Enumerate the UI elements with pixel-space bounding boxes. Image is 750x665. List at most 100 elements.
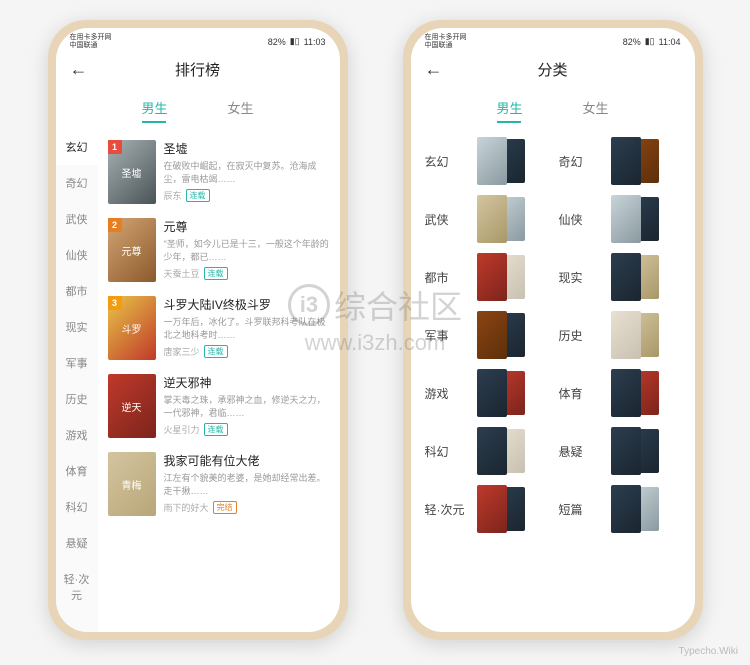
category-item[interactable]: 悬疑: [559, 427, 681, 475]
book-title: 我家可能有位大佬: [164, 452, 330, 469]
sidebar-item[interactable]: 军事: [56, 345, 98, 381]
genre-sidebar: 玄幻 奇幻 武侠 仙侠 都市 现实 军事 历史 游戏 体育 科幻 悬疑 轻·次元: [56, 129, 98, 632]
back-icon[interactable]: ←: [425, 59, 443, 80]
category-item[interactable]: 军事: [425, 311, 547, 359]
status-right: 82% ▮▯ 11:03: [268, 36, 326, 47]
thumbs: [477, 427, 525, 475]
tab-female[interactable]: 女生: [583, 98, 609, 123]
category-item[interactable]: 体育: [559, 369, 681, 417]
ranking-body: 玄幻 奇幻 武侠 仙侠 都市 现实 军事 历史 游戏 体育 科幻 悬疑 轻·次元: [56, 129, 340, 632]
sidebar-item[interactable]: 体育: [56, 453, 98, 489]
category-label: 军事: [425, 327, 469, 344]
book-item[interactable]: 3 斗罗 斗罗大陆IV终极斗罗 一万年后，冰化了。斗罗联邦科考队在极北之地科考时…: [108, 289, 330, 367]
thumbs: [477, 195, 525, 243]
book-author: 雨下的好大: [164, 501, 209, 514]
category-grid: 玄幻 奇幻 武侠 仙侠 都市 现实 军事 历史 游戏 体育 科幻 悬疑 轻·次元…: [411, 129, 695, 541]
category-item[interactable]: 奇幻: [559, 137, 681, 185]
page-title: 分类: [537, 59, 567, 80]
clock: 11:03: [304, 37, 326, 47]
sidebar-item[interactable]: 都市: [56, 273, 98, 309]
header: ← 分类: [411, 51, 695, 88]
rank-badge: 2: [108, 218, 122, 232]
book-desc: 在破败中崛起，在寂灭中复苏。沧海成尘，雷电枯竭……: [164, 160, 330, 185]
category-label: 科幻: [425, 443, 469, 460]
phone-left: 在用卡多开网 中国联通 82% ▮▯ 11:03 ← 排行榜 男生 女生 玄幻: [48, 20, 348, 640]
category-item[interactable]: 短篇: [559, 485, 681, 533]
book-meta: 火星引力 连载: [164, 423, 330, 436]
thumbs: [611, 253, 659, 301]
sidebar-item[interactable]: 历史: [56, 381, 98, 417]
book-cover: 逆天: [108, 374, 156, 438]
category-item[interactable]: 仙侠: [559, 195, 681, 243]
book-item[interactable]: 2 元尊 元尊 "圣师，如今儿已是十三，一般这个年龄的少年，都已…… 天蚕土豆 …: [108, 211, 330, 289]
category-item[interactable]: 武侠: [425, 195, 547, 243]
book-author: 辰东: [164, 189, 182, 202]
screen-left: 在用卡多开网 中国联通 82% ▮▯ 11:03 ← 排行榜 男生 女生 玄幻: [56, 28, 340, 632]
book-info: 我家可能有位大佬 江左有个貌美的老婆，是她却经常出差。走干揪…… 雨下的好大 完…: [164, 452, 330, 516]
sidebar-item[interactable]: 玄幻: [56, 129, 98, 165]
sidebar-item[interactable]: 武侠: [56, 201, 98, 237]
sidebar-item[interactable]: 仙侠: [56, 237, 98, 273]
category-item[interactable]: 都市: [425, 253, 547, 301]
book-item[interactable]: 青梅 我家可能有位大佬 江左有个貌美的老婆，是她却经常出差。走干揪…… 雨下的好…: [108, 445, 330, 523]
rank-badge: 1: [108, 140, 122, 154]
thumbs: [611, 137, 659, 185]
sidebar-item[interactable]: 轻·次元: [56, 561, 98, 613]
category-item[interactable]: 游戏: [425, 369, 547, 417]
category-label: 历史: [559, 327, 603, 344]
book-title: 斗罗大陆IV终极斗罗: [164, 296, 330, 313]
status-tag: 连载: [186, 189, 210, 202]
category-item[interactable]: 历史: [559, 311, 681, 359]
tab-male[interactable]: 男生: [496, 98, 522, 123]
category-item[interactable]: 科幻: [425, 427, 547, 475]
status-carrier: 在用卡多开网 中国联通: [425, 34, 467, 49]
status-tag: 完结: [213, 501, 237, 514]
status-right: 82% ▮▯ 11:04: [623, 36, 681, 47]
book-desc: 江左有个貌美的老婆，是她却经常出差。走干揪……: [164, 472, 330, 497]
sidebar-item[interactable]: 现实: [56, 309, 98, 345]
thumbs: [477, 369, 525, 417]
sidebar-item[interactable]: 奇幻: [56, 165, 98, 201]
book-list[interactable]: 1 圣墟 圣墟 在破败中崛起，在寂灭中复苏。沧海成尘，雷电枯竭…… 辰东 连载: [98, 129, 340, 632]
book-meta: 辰东 连载: [164, 189, 330, 202]
book-info: 斗罗大陆IV终极斗罗 一万年后，冰化了。斗罗联邦科考队在极北之地科考时…… 唐家…: [164, 296, 330, 360]
battery-icon: ▮▯: [645, 36, 655, 47]
status-tag: 连载: [204, 423, 228, 436]
book-item[interactable]: 1 圣墟 圣墟 在破败中崛起，在寂灭中复苏。沧海成尘，雷电枯竭…… 辰东 连载: [108, 133, 330, 211]
back-icon[interactable]: ←: [70, 59, 88, 80]
book-meta: 雨下的好大 完结: [164, 501, 330, 514]
category-label: 轻·次元: [425, 501, 469, 518]
sidebar-item[interactable]: 游戏: [56, 417, 98, 453]
thumbs: [611, 485, 659, 533]
book-desc: "圣师，如今儿已是十三，一般这个年龄的少年，都已……: [164, 238, 330, 263]
category-label: 玄幻: [425, 153, 469, 170]
clock: 11:04: [659, 37, 681, 47]
status-tag: 连载: [204, 345, 228, 358]
category-label: 游戏: [425, 385, 469, 402]
gender-tabs: 男生 女生: [56, 88, 340, 129]
category-label: 悬疑: [559, 443, 603, 460]
thumbs: [477, 253, 525, 301]
category-item[interactable]: 轻·次元: [425, 485, 547, 533]
category-label: 体育: [559, 385, 603, 402]
footer-credit: Typecho.Wiki: [679, 646, 738, 657]
tab-female[interactable]: 女生: [228, 98, 254, 123]
category-item[interactable]: 现实: [559, 253, 681, 301]
thumbs: [611, 369, 659, 417]
sidebar-item[interactable]: 悬疑: [56, 525, 98, 561]
tab-male[interactable]: 男生: [141, 98, 167, 123]
status-tag: 连载: [204, 267, 228, 280]
category-label: 奇幻: [559, 153, 603, 170]
book-item[interactable]: 逆天 逆天邪神 掌天毒之珠，承邪神之血，修逆天之力，一代邪神，君临…… 火星引力…: [108, 367, 330, 445]
sidebar-item[interactable]: 科幻: [56, 489, 98, 525]
category-label: 都市: [425, 269, 469, 286]
rank-badge: 3: [108, 296, 122, 310]
thumbs: [611, 427, 659, 475]
category-item[interactable]: 玄幻: [425, 137, 547, 185]
category-label: 武侠: [425, 211, 469, 228]
status-bar: 在用卡多开网 中国联通 82% ▮▯ 11:04: [411, 28, 695, 51]
thumbs: [611, 195, 659, 243]
book-meta: 天蚕土豆 连载: [164, 267, 330, 280]
category-label: 仙侠: [559, 211, 603, 228]
book-author: 唐家三少: [164, 345, 200, 358]
